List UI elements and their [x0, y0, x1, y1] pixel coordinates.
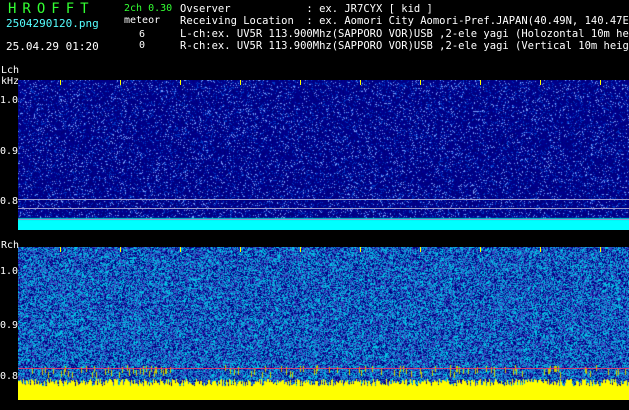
rch-carrier-line	[18, 368, 629, 369]
lch-receiver-line: L-ch:ex. UV5R 113.900Mhz(SAPPORO VOR)USB…	[180, 28, 629, 40]
rch-count: 0	[139, 40, 146, 51]
lch-tick-mark	[300, 80, 301, 85]
observer-line: Ovserver : ex. JR7CYX [ kid ]	[180, 3, 433, 15]
lch-ytick-0.8: 0.8	[0, 196, 19, 207]
version-label: 2ch 0.30	[124, 3, 173, 14]
rch-label: Rch	[1, 240, 20, 251]
lch-tick-mark	[240, 80, 241, 85]
rch-ytick-0.9: 0.9	[0, 320, 19, 331]
lch-tick-mark	[60, 80, 61, 85]
lch-ytick-1.0: 1.0	[0, 95, 19, 106]
rch-receiver-line: R-ch:ex. UV5R 113.900Mhz(SAPPORO VOR)USB…	[180, 40, 629, 52]
lch-ytick-0.9: 0.9	[0, 146, 19, 157]
rch-tick-mark	[600, 247, 601, 252]
filename-label: 2504290120.png	[6, 17, 99, 30]
rch-tick-mark	[360, 247, 361, 252]
location-line: Receiving Location : ex. Aomori City Aom…	[180, 15, 629, 27]
detection-type-label: meteor	[124, 15, 161, 26]
lch-tick-mark	[600, 80, 601, 85]
rch-spectrogram	[18, 247, 629, 400]
rch-tick-mark	[120, 247, 121, 252]
lch-marker-line	[18, 208, 629, 209]
rch-tick-mark	[240, 247, 241, 252]
lch-tick-mark	[180, 80, 181, 85]
datetime-label: 25.04.29 01:20	[6, 40, 99, 53]
app-title: HROFFT	[8, 1, 95, 17]
lch-marker-line	[18, 199, 629, 200]
lch-marker-line	[18, 219, 629, 220]
rch-tick-mark	[300, 247, 301, 252]
rch-tick-mark	[420, 247, 421, 252]
rch-tick-mark	[60, 247, 61, 252]
rch-tick-mark	[180, 247, 181, 252]
rch-ytick-1.0: 1.0	[0, 266, 19, 277]
lch-unit-label: kHz	[1, 76, 20, 87]
lch-tick-mark	[420, 80, 421, 85]
lch-tick-mark	[120, 80, 121, 85]
rch-ytick-0.8: 0.8	[0, 371, 19, 382]
rch-tick-mark	[540, 247, 541, 252]
rch-tick-mark	[480, 247, 481, 252]
lch-label: Lch	[1, 65, 20, 76]
lch-count: 6	[139, 29, 146, 40]
lch-tick-mark	[360, 80, 361, 85]
lch-tick-mark	[480, 80, 481, 85]
lch-tick-mark	[540, 80, 541, 85]
